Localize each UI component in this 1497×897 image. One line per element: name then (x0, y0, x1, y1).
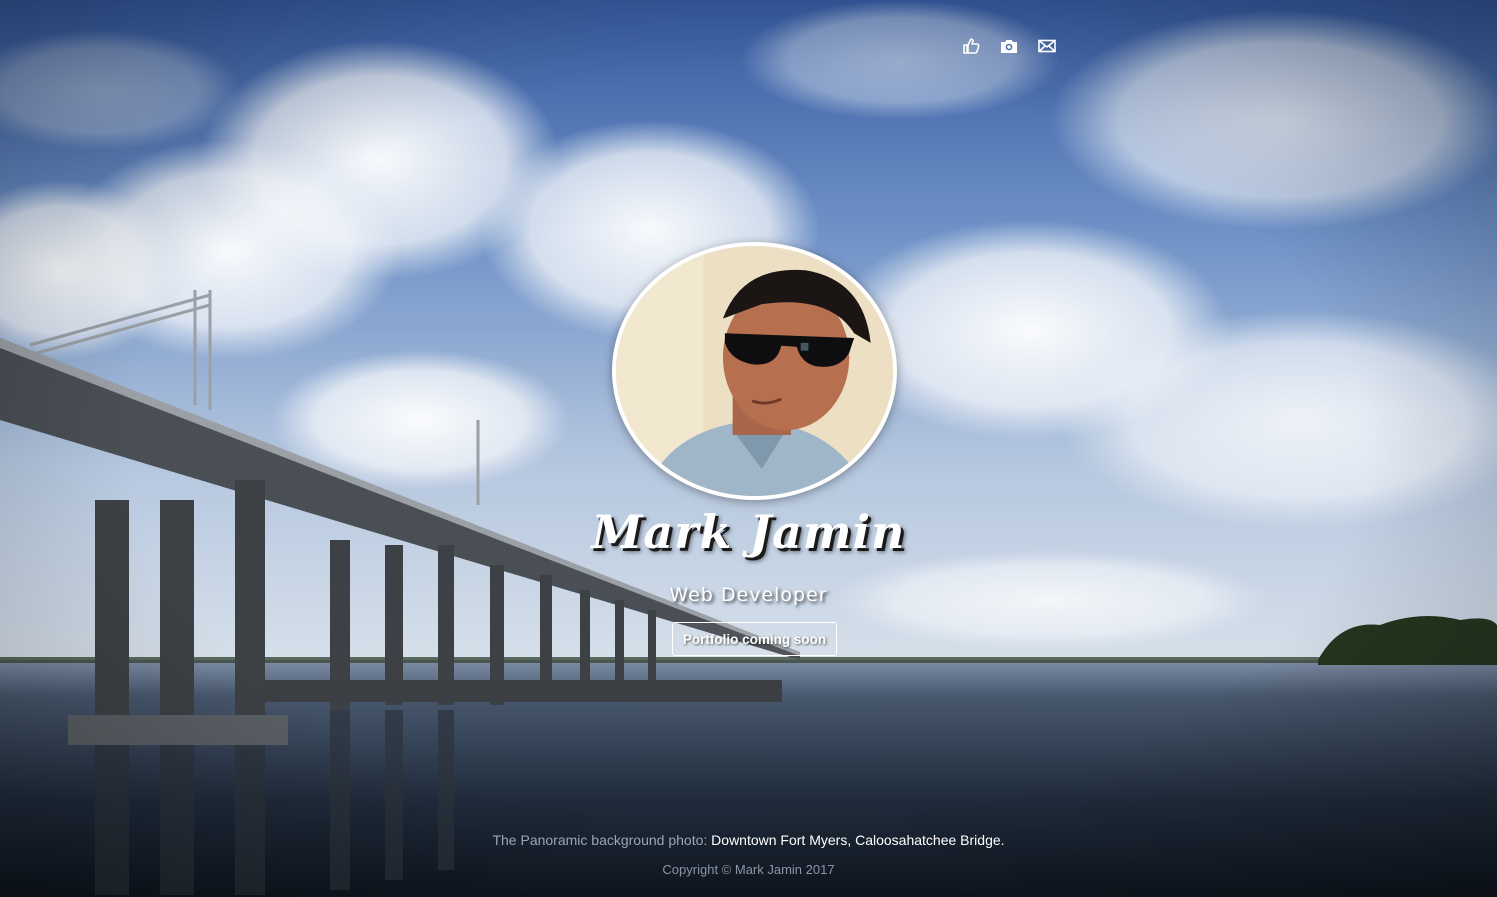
profile-avatar (612, 242, 897, 500)
camera-icon[interactable] (999, 36, 1019, 56)
social-icons (961, 36, 1057, 56)
photo-credit-prefix: The Panoramic background photo: (492, 832, 708, 848)
photo-credit-link[interactable]: Downtown Fort Myers, Caloosahatchee Brid… (711, 832, 1004, 848)
portfolio-button[interactable]: Portfolio coming soon (672, 622, 837, 656)
page: Mark Jamin Web Developer Portfolio comin… (0, 0, 1497, 897)
copyright: Copyright © Mark Jamin 2017 (662, 862, 835, 877)
photo-credit: The Panoramic background photo: Downtown… (0, 832, 1497, 848)
thumbs-up-icon[interactable] (961, 36, 981, 56)
profile-name: Mark Jamin (591, 505, 906, 559)
profile-role: Web Developer (669, 584, 828, 606)
mail-icon[interactable] (1037, 36, 1057, 56)
